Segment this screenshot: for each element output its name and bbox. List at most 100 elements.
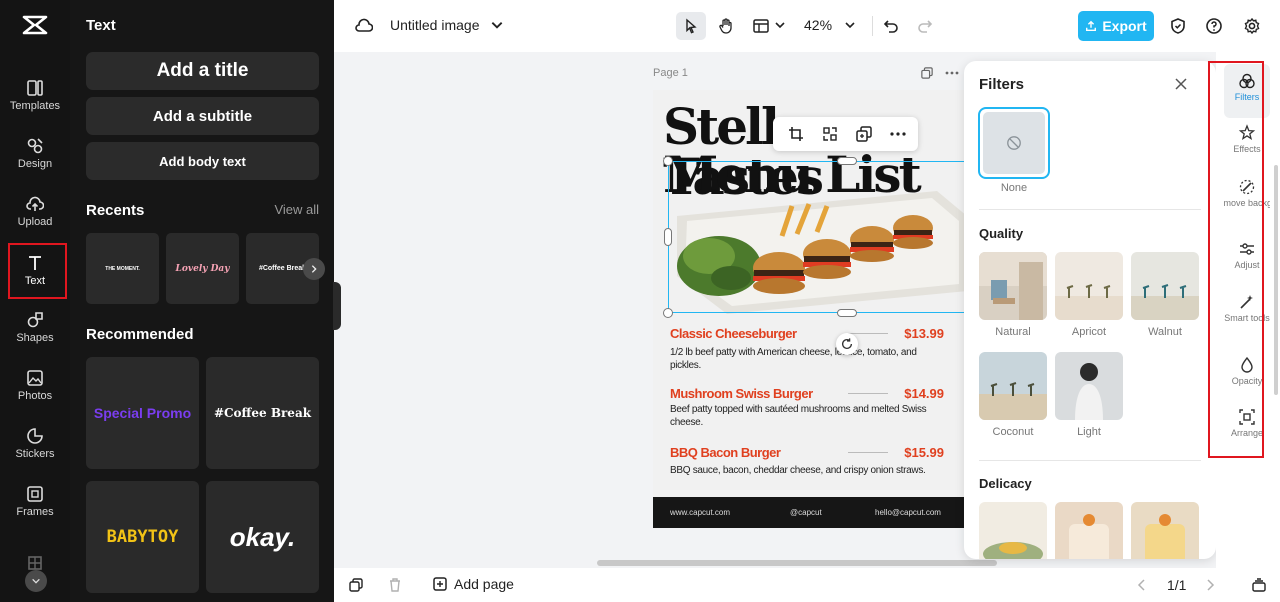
- filter-label: Natural: [995, 326, 1031, 338]
- undo-button[interactable]: [881, 16, 901, 36]
- rail-item-design[interactable]: Design: [0, 126, 70, 180]
- vertical-scrollbar[interactable]: [1274, 165, 1278, 395]
- top-bar: Untitled image 42% Export: [334, 0, 1280, 52]
- footer-handle: @capcut: [790, 508, 822, 517]
- recommended-text-preview: Special Promo: [93, 405, 192, 421]
- layout-chevron-down-icon[interactable]: [774, 19, 786, 31]
- recent-text-card[interactable]: THE MOMENT.: [86, 233, 159, 304]
- filter-none-option[interactable]: [978, 107, 1050, 179]
- duplicate-page-icon[interactable]: [921, 67, 933, 79]
- duplicate-icon[interactable]: [855, 125, 873, 143]
- document-title[interactable]: Untitled image: [390, 17, 480, 33]
- help-icon: [1206, 18, 1222, 34]
- selection-frame[interactable]: [668, 161, 968, 313]
- resize-handle-top-left[interactable]: [663, 156, 673, 166]
- quality-heading: Quality: [979, 226, 1024, 241]
- rail-item-text[interactable]: Text: [0, 243, 70, 299]
- prev-page-button[interactable]: [1134, 577, 1150, 593]
- select-tool-button[interactable]: [676, 12, 706, 40]
- rail-item-shapes[interactable]: Shapes: [0, 300, 70, 354]
- duplicate-page-button[interactable]: [348, 577, 364, 593]
- recent-text-card[interactable]: Lovely Day: [166, 233, 239, 304]
- hand-tool-button[interactable]: [712, 12, 740, 40]
- view-all-link[interactable]: View all: [274, 202, 319, 217]
- menu-item-desc: Beef patty topped with sautéed mushrooms…: [670, 404, 927, 428]
- recommended-text-card[interactable]: Special Promo: [86, 357, 199, 469]
- replace-icon[interactable]: [821, 125, 839, 143]
- layout-button[interactable]: [750, 12, 772, 40]
- close-icon[interactable]: [1173, 76, 1189, 92]
- title-chevron-down-icon[interactable]: [490, 18, 504, 32]
- panel-collapse-handle[interactable]: [333, 282, 341, 330]
- resize-handle-bottom-left[interactable]: [663, 308, 673, 318]
- filter-thumb-light[interactable]: [1055, 352, 1123, 420]
- rail-item-frames[interactable]: Frames: [0, 474, 70, 528]
- resize-handle-top[interactable]: [837, 157, 857, 165]
- design-footer: www.capcut.com @capcut hello@capcut.com: [653, 497, 965, 528]
- filter-thumb-delicacy[interactable]: [1131, 502, 1199, 559]
- filter-label: Light: [1077, 426, 1101, 438]
- recents-next-button[interactable]: [303, 258, 325, 280]
- no-filter-icon: [1007, 136, 1021, 150]
- crop-icon[interactable]: [787, 125, 805, 143]
- filter-thumb-delicacy[interactable]: [979, 502, 1047, 559]
- filter-thumb-apricot[interactable]: [1055, 252, 1123, 320]
- rail-label: Shapes: [16, 331, 54, 344]
- recommended-text-card[interactable]: okay.: [206, 481, 319, 593]
- filter-label: Coconut: [992, 426, 1034, 438]
- rail-label: Design: [17, 157, 53, 170]
- resize-handle-left[interactable]: [664, 228, 672, 246]
- rail-item-templates[interactable]: Templates: [0, 68, 70, 122]
- add-page-icon: [433, 577, 447, 591]
- export-label: Export: [1102, 18, 1147, 34]
- more-icon[interactable]: [889, 125, 907, 143]
- element-toolbar: [773, 117, 918, 151]
- filter-thumb-delicacy[interactable]: [1055, 502, 1123, 559]
- delicacy-heading: Delicacy: [979, 476, 1032, 491]
- settings-button[interactable]: [1242, 16, 1262, 36]
- page-counter: 1/1: [1167, 577, 1187, 593]
- rotate-icon: [841, 338, 853, 350]
- page-more-icon[interactable]: [945, 68, 959, 78]
- filter-label: None: [1000, 182, 1028, 194]
- panel-title: Text: [86, 17, 116, 34]
- add-body-text-button[interactable]: Add body text: [86, 142, 319, 180]
- divider: [979, 460, 1201, 461]
- horizontal-scrollbar[interactable]: [597, 560, 997, 566]
- chevron-right-icon: [311, 265, 317, 273]
- zoom-chevron-down-icon[interactable]: [844, 19, 856, 31]
- menu-item-name: Mushroom Swiss Burger: [670, 386, 813, 401]
- rail-item-upload[interactable]: Upload: [0, 184, 70, 238]
- cloud-sync-icon[interactable]: [354, 16, 374, 36]
- rail-label: Text: [24, 274, 46, 287]
- recommended-text-preview: okay.: [229, 521, 296, 552]
- zoom-level[interactable]: 42%: [804, 17, 832, 33]
- text-icon: [29, 255, 41, 270]
- export-button[interactable]: Export: [1078, 11, 1154, 41]
- add-title-button[interactable]: Add a title: [86, 52, 319, 90]
- pages-panel-button[interactable]: [1251, 577, 1267, 593]
- add-page-button[interactable]: Add page: [432, 576, 514, 592]
- filter-thumb-walnut[interactable]: [1131, 252, 1199, 320]
- rail-item-photos[interactable]: Photos: [0, 358, 70, 412]
- rail-label: Templates: [9, 99, 61, 112]
- recommended-text-card[interactable]: #Coffee Break: [206, 357, 319, 469]
- recommended-text-card[interactable]: BABYTOY: [86, 481, 199, 593]
- copy-icon: [349, 578, 363, 592]
- filter-label: Apricot: [1071, 326, 1107, 338]
- rail-expand-button[interactable]: [25, 570, 47, 592]
- next-page-button[interactable]: [1202, 577, 1218, 593]
- shield-button[interactable]: [1168, 16, 1188, 36]
- delete-page-button[interactable]: [387, 577, 403, 593]
- filter-thumb-natural[interactable]: [979, 252, 1047, 320]
- help-button[interactable]: [1204, 16, 1224, 36]
- filter-thumb-coconut[interactable]: [979, 352, 1047, 420]
- resize-handle-bottom[interactable]: [837, 309, 857, 317]
- rail-item-stickers[interactable]: Stickers: [0, 416, 70, 470]
- add-subtitle-button[interactable]: Add a subtitle: [86, 97, 319, 135]
- rotate-handle[interactable]: [836, 333, 858, 355]
- redo-button[interactable]: [915, 16, 935, 36]
- recent-text-preview: Lovely Day: [175, 263, 230, 274]
- chevron-down-icon: [32, 578, 40, 584]
- tool-strip-highlight: [1208, 61, 1264, 458]
